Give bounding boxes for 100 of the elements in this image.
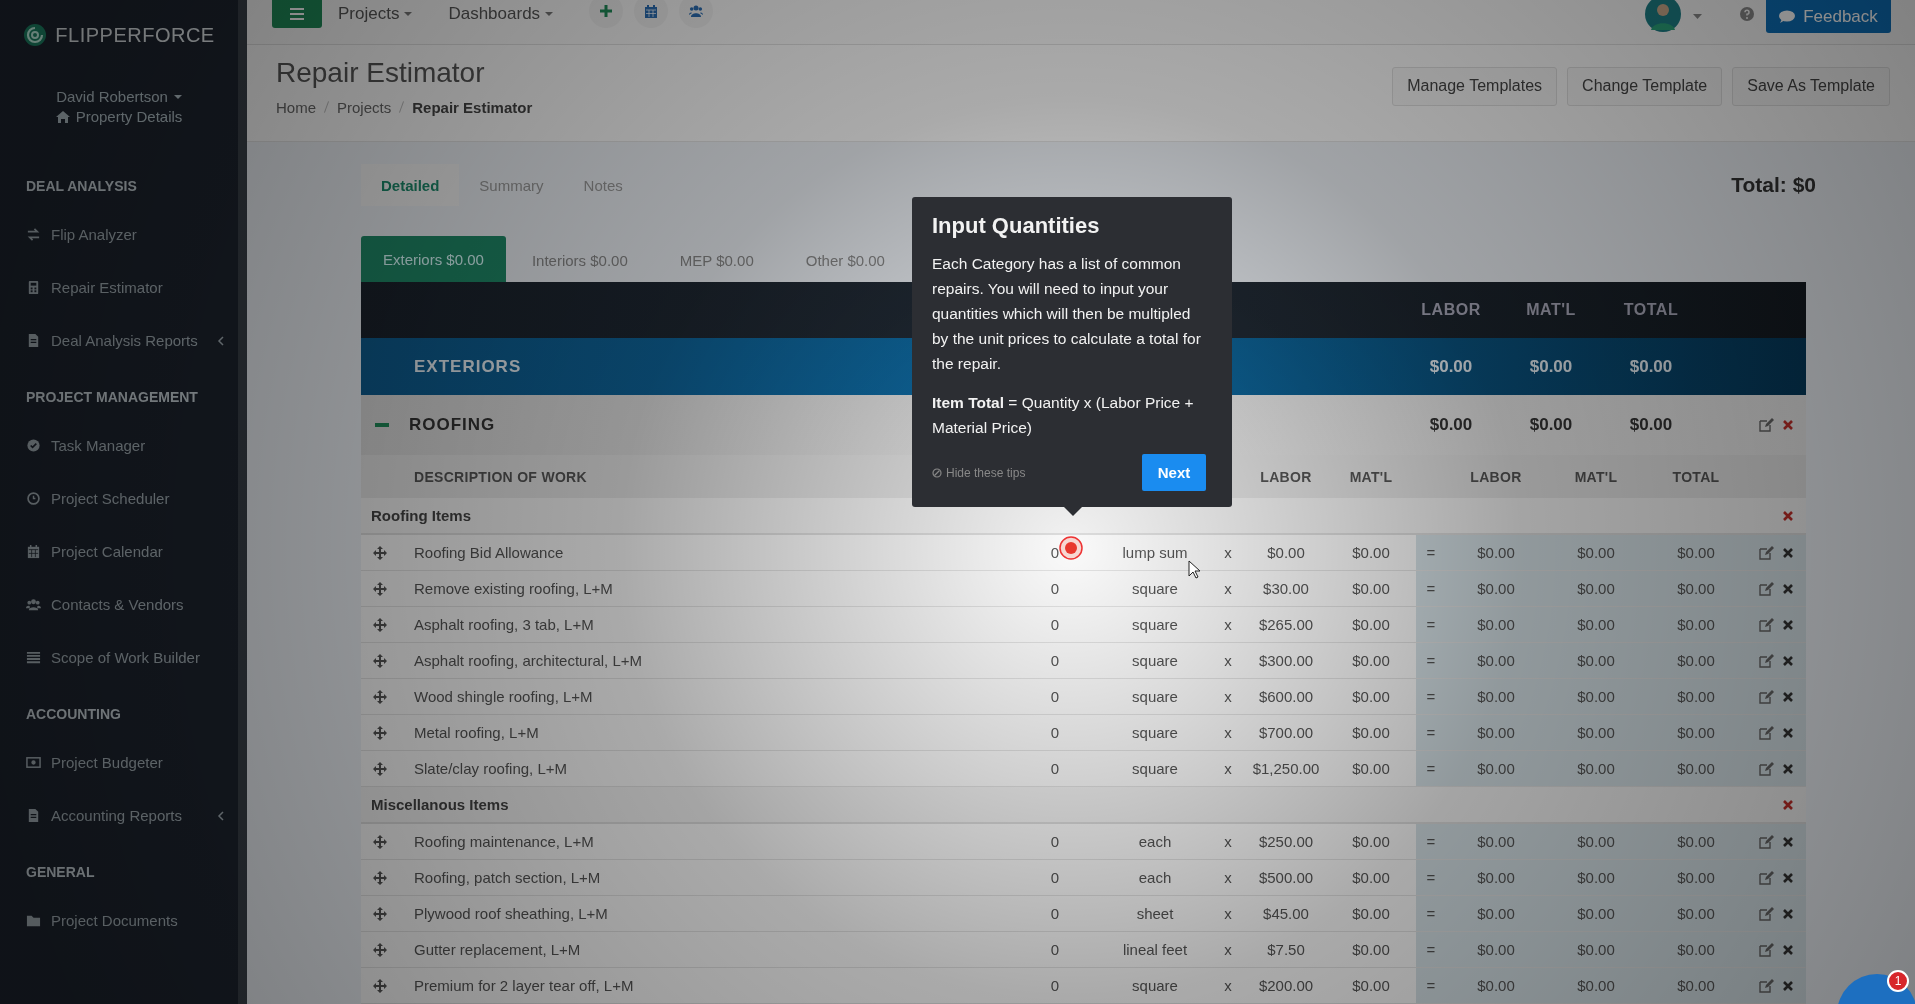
delete-icon[interactable] xyxy=(1781,546,1794,559)
user-name[interactable]: David Robertson xyxy=(56,88,168,105)
item-total: $0.00 xyxy=(1677,941,1715,958)
delete-icon[interactable] xyxy=(1781,726,1794,739)
delete-icon[interactable] xyxy=(1781,654,1794,667)
column-heading: MAT'L xyxy=(1573,468,1619,485)
users-icon xyxy=(689,4,704,18)
tooltip-text: Each Category has a list of common repairs. You will need to input your quantities which will then be multipled by the unit prices to calculate a total for the repair. xyxy=(932,254,1202,374)
delete-icon[interactable] xyxy=(1781,907,1794,920)
edit-icon[interactable] xyxy=(1758,617,1774,632)
money-icon xyxy=(26,755,41,770)
unit-label: square xyxy=(1131,580,1179,597)
multiply-sign: x xyxy=(1223,616,1233,633)
next-button[interactable]: Next xyxy=(1142,454,1206,491)
feedback-button[interactable]: Feedback xyxy=(1766,0,1891,33)
edit-icon[interactable] xyxy=(1758,942,1774,957)
delete-icon[interactable] xyxy=(1781,943,1794,956)
item-total: $0.00 xyxy=(1677,760,1715,777)
category-tab[interactable]: MEP $0.00 xyxy=(653,238,780,282)
view-tab[interactable]: Summary xyxy=(459,164,564,206)
edit-icon[interactable] xyxy=(1759,418,1774,432)
template-button[interactable]: Manage Templates xyxy=(1392,66,1558,106)
category-tab[interactable]: Other $0.00 xyxy=(779,238,911,282)
breadcrumb-link[interactable]: Projects xyxy=(337,98,392,116)
breadcrumb-link[interactable]: Home xyxy=(276,98,316,116)
toolbar-button[interactable] xyxy=(634,0,669,28)
quantity-input[interactable]: 0 xyxy=(1010,616,1100,633)
move-icon xyxy=(373,653,387,668)
edit-icon[interactable] xyxy=(1758,725,1774,740)
exchange-icon xyxy=(26,227,41,242)
quantity-input[interactable]: 0 xyxy=(1010,652,1100,669)
quantity-input[interactable]: 0 xyxy=(1010,724,1100,741)
quantity-input[interactable]: 0 xyxy=(1010,833,1100,850)
delete-icon[interactable] xyxy=(1782,509,1794,522)
multiply-sign: x xyxy=(1223,688,1233,705)
toolbar-button[interactable] xyxy=(589,0,624,28)
quantity-input[interactable]: 0 xyxy=(1010,760,1100,777)
quantity-input[interactable]: 0 xyxy=(1010,941,1100,958)
section-amount: $0.00 xyxy=(1428,356,1474,377)
item-total: $0.00 xyxy=(1677,724,1715,741)
column-heading: DESCRIPTION OF WORK xyxy=(414,468,587,485)
item-total: $0.00 xyxy=(1677,833,1715,850)
delete-icon[interactable] xyxy=(1781,618,1794,631)
multiply-sign: x xyxy=(1223,977,1233,994)
column-heading: LABOR xyxy=(1469,468,1523,485)
quantity-input[interactable]: 0 xyxy=(1010,688,1100,705)
quantity-input[interactable]: 0 xyxy=(1010,869,1100,886)
unit-labor-price: $600.00 xyxy=(1257,688,1315,705)
delete-icon[interactable] xyxy=(1781,979,1794,992)
quantity-input[interactable]: 0 xyxy=(1010,544,1100,561)
template-button[interactable]: Save As Template xyxy=(1732,66,1890,106)
folder-icon xyxy=(26,913,41,928)
equals-sign: = xyxy=(1426,869,1436,886)
section-amount: $0.00 xyxy=(1628,356,1674,377)
category-tab[interactable]: Interiors $0.00 xyxy=(505,238,654,282)
delete-icon[interactable] xyxy=(1781,835,1794,848)
view-tab[interactable]: Detailed xyxy=(361,164,460,206)
edit-icon[interactable] xyxy=(1758,834,1774,849)
unit-material-price: $0.00 xyxy=(1351,941,1391,958)
edit-icon[interactable] xyxy=(1758,978,1774,993)
quantity-input[interactable]: 0 xyxy=(1010,905,1100,922)
edit-icon[interactable] xyxy=(1758,545,1774,560)
help-icon[interactable] xyxy=(1740,7,1754,21)
move-icon xyxy=(373,581,387,596)
unit-label: each xyxy=(1137,833,1173,850)
quantity-input[interactable]: 0 xyxy=(1010,977,1100,994)
delete-icon[interactable] xyxy=(1782,419,1794,431)
edit-icon[interactable] xyxy=(1758,870,1774,885)
delete-icon[interactable] xyxy=(1781,582,1794,595)
property-link[interactable]: Property Details xyxy=(75,108,183,125)
speech-bubble-icon xyxy=(1779,9,1796,24)
avatar-icon[interactable] xyxy=(1645,0,1681,32)
item-description: Premium for 2 layer tear off, L+M xyxy=(414,977,635,994)
caret-icon xyxy=(545,12,554,16)
quantity-input[interactable]: 0 xyxy=(1010,580,1100,597)
edit-icon[interactable] xyxy=(1758,906,1774,921)
delete-icon[interactable] xyxy=(1781,871,1794,884)
section-heading: DEAL ANALYSIS xyxy=(25,177,138,196)
edit-icon[interactable] xyxy=(1758,761,1774,776)
category-amount: $0.00 xyxy=(1428,415,1474,435)
caret-icon xyxy=(404,12,413,16)
edit-icon[interactable] xyxy=(1758,653,1774,668)
unit-material-price: $0.00 xyxy=(1351,724,1391,741)
delete-icon[interactable] xyxy=(1782,798,1794,811)
delete-icon[interactable] xyxy=(1781,762,1794,775)
collapse-toggle[interactable] xyxy=(375,423,389,427)
toolbar-button[interactable] xyxy=(679,0,714,28)
category-tab[interactable]: Exteriors $0.00 xyxy=(361,236,506,282)
item-description: Roofing, patch section, L+M xyxy=(414,869,602,886)
document-icon xyxy=(26,808,41,823)
template-button[interactable]: Change Template xyxy=(1567,66,1723,106)
edit-icon[interactable] xyxy=(1758,581,1774,596)
delete-icon[interactable] xyxy=(1781,690,1794,703)
edit-icon[interactable] xyxy=(1758,689,1774,704)
view-tab[interactable]: Notes xyxy=(563,164,643,206)
menu-button[interactable] xyxy=(272,0,322,28)
move-icon xyxy=(373,870,387,885)
page-title: Repair Estimator xyxy=(276,56,486,89)
hide-tips-link[interactable]: Hide these tips xyxy=(932,465,1026,480)
column-heading: TOTAL xyxy=(1671,468,1721,485)
